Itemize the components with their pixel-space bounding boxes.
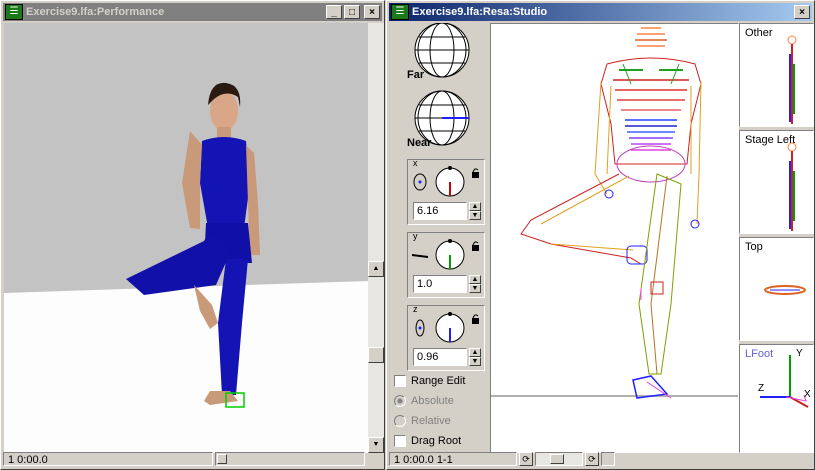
z-spinner[interactable]: ▲ ▼ — [469, 348, 481, 366]
x-dial-icon[interactable] — [408, 164, 486, 204]
x-value-input[interactable]: 6.16 — [413, 202, 467, 220]
camera-spheres — [414, 23, 470, 146]
studio-time-slider[interactable] — [535, 452, 583, 466]
z-spin-down[interactable]: ▼ — [469, 357, 481, 366]
time-slider[interactable] — [215, 452, 365, 466]
view-lfoot[interactable]: LFoot Y Z X — [739, 344, 814, 453]
axis-y-label: Y — [796, 348, 803, 359]
view-stage-left-figure — [787, 142, 797, 231]
absolute-radio[interactable]: Absolute — [394, 393, 454, 409]
maximize-button[interactable]: □ — [344, 5, 360, 19]
studio-title: Exercise9.lfa:Resa:Studio — [412, 6, 548, 18]
y-value-input[interactable]: 1.0 — [413, 275, 467, 293]
near-label: Near — [407, 137, 432, 149]
view-lfoot-label: LFoot — [745, 348, 774, 360]
minimize-button[interactable]: _ — [326, 5, 342, 19]
time-slider-thumb[interactable] — [217, 454, 227, 464]
app-icon[interactable]: ☰ — [5, 4, 23, 20]
performance-frame-readout: 1 0:00.0 — [3, 452, 213, 466]
y-dial-icon[interactable] — [408, 237, 486, 277]
view-top-label: Top — [745, 241, 763, 253]
far-label: Far — [407, 69, 425, 81]
performance-titlebar[interactable]: ☰ Exercise9.lfa:Performance _ □ × — [3, 3, 382, 21]
z-value-input[interactable]: 0.96 — [413, 348, 467, 366]
close-button[interactable]: × — [794, 5, 810, 19]
view-other[interactable]: Other — [739, 23, 814, 127]
studio-viewport[interactable] — [490, 23, 739, 453]
scroll-thumb[interactable] — [368, 347, 384, 363]
view-top-figure — [764, 285, 806, 295]
range-edit-box[interactable] — [394, 375, 406, 388]
performance-title: Exercise9.lfa:Performance — [26, 6, 165, 18]
z-spin-up[interactable]: ▲ — [469, 348, 481, 357]
x-spin-up[interactable]: ▲ — [469, 202, 481, 211]
studio-frame-readout: 1 0:00.0 1-1 — [389, 452, 517, 466]
studio-statusbar: 1 0:00.0 1-1 ⟳ ⟳ — [389, 451, 812, 467]
x-spin-down[interactable]: ▼ — [469, 211, 481, 220]
range-edit-label: Range Edit — [411, 375, 466, 387]
view-stage-left[interactable]: Stage Left — [739, 130, 814, 234]
x-rotation-group: x 6.16 ▲ ▼ — [407, 158, 486, 225]
absolute-label: Absolute — [411, 395, 454, 407]
view-top[interactable]: Top — [739, 237, 814, 341]
app-icon[interactable]: ☰ — [391, 4, 409, 20]
range-edit-checkbox[interactable]: Range Edit — [394, 373, 465, 389]
absolute-radio-dot[interactable] — [394, 395, 406, 408]
x-spinner[interactable]: ▲ ▼ — [469, 202, 481, 220]
y-rotation-group: y 1.0 ▲ ▼ — [407, 231, 486, 298]
relative-radio[interactable]: Relative — [394, 413, 451, 429]
performance-scrollbar[interactable]: ▲ ▼ — [368, 23, 384, 453]
relative-label: Relative — [411, 415, 451, 427]
performance-scene — [4, 23, 368, 453]
performance-statusbar: 1 0:00.0 — [3, 451, 382, 467]
close-button[interactable]: × — [364, 5, 380, 19]
studio-time-thumb[interactable] — [550, 454, 564, 464]
studio-titlebar[interactable]: ☰ Exercise9.lfa:Resa:Studio × — [389, 3, 812, 21]
performance-window: ☰ Exercise9.lfa:Performance _ □ × ▲ ▼ 1 … — [0, 0, 385, 470]
play-loop-button[interactable]: ⟳ — [519, 452, 533, 466]
camera-panel: Far Near x 6.16 ▲ ▼ y 1.0 ▲ ▼ z 0.96 ▲ ▼… — [389, 23, 489, 453]
relative-radio-dot[interactable] — [394, 415, 406, 428]
y-spin-up[interactable]: ▲ — [469, 275, 481, 284]
y-spin-down[interactable]: ▼ — [469, 284, 481, 293]
drag-root-checkbox[interactable]: Drag Root — [394, 433, 461, 449]
scroll-up-button[interactable]: ▲ — [368, 261, 384, 277]
loop-button[interactable]: ⟳ — [585, 452, 599, 466]
z-rotation-group: z 0.96 ▲ ▼ — [407, 304, 486, 371]
studio-range-slider[interactable] — [601, 452, 615, 466]
performance-viewport[interactable] — [4, 23, 368, 453]
view-other-figure — [787, 35, 797, 124]
z-dial-icon[interactable] — [408, 310, 486, 350]
view-stage-left-label: Stage Left — [745, 134, 796, 146]
y-spinner[interactable]: ▲ ▼ — [469, 275, 481, 293]
axis-z-label: Z — [758, 383, 765, 394]
axis-x-label: X — [804, 389, 811, 400]
wireframe-skeleton — [491, 27, 738, 399]
drag-root-label: Drag Root — [411, 435, 462, 447]
studio-window: ☰ Exercise9.lfa:Resa:Studio × Far Near x… — [386, 0, 815, 470]
view-other-label: Other — [745, 27, 773, 39]
drag-root-box[interactable] — [394, 435, 406, 448]
